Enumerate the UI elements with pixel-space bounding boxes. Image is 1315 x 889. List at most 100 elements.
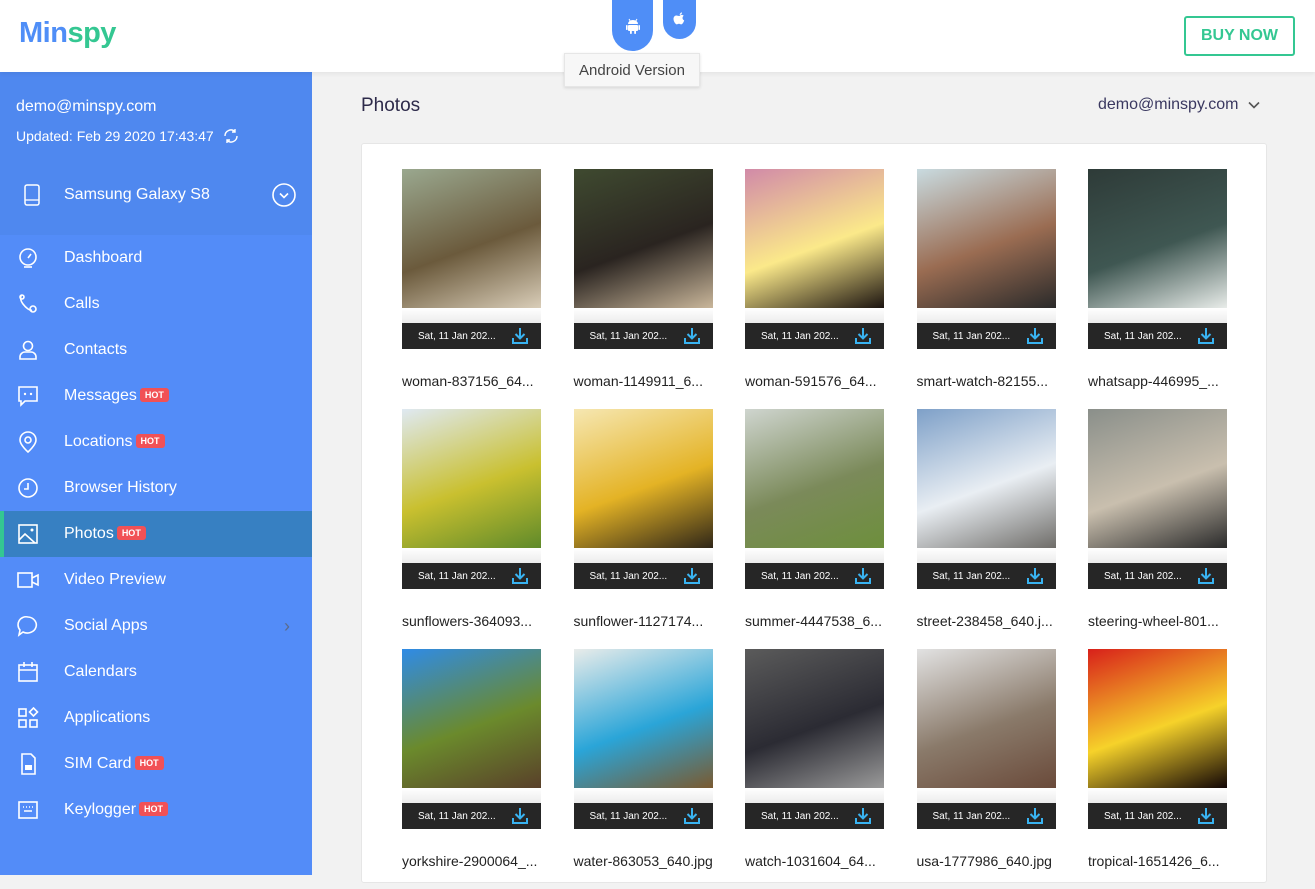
photo-filename[interactable]: woman-837156_64... [402,373,534,389]
sidebar-item-label: Keylogger [64,801,137,818]
photo-thumbnail[interactable] [745,409,884,548]
divider [402,548,541,563]
photo-info-bar: Sat, 11 Jan 202... [573,323,713,349]
photo-date: Sat, 11 Jan 202... [761,570,839,582]
sidebar-item-sim-card[interactable]: SIM Card HOT [0,741,312,787]
download-icon[interactable] [512,567,528,584]
sidebar-item-locations[interactable]: Locations HOT [0,419,312,465]
photo-card: Sat, 11 Jan 202... steering-wheel-801... [1088,409,1227,649]
photo-date: Sat, 11 Jan 202... [761,330,839,342]
download-icon[interactable] [512,807,528,824]
divider [573,308,713,323]
photo-filename[interactable]: street-238458_640.j... [917,613,1053,629]
photo-filename[interactable]: woman-591576_64... [745,373,877,389]
download-icon[interactable] [855,807,871,824]
download-icon[interactable] [1026,807,1043,824]
photo-filename[interactable]: woman-1149911_6... [574,373,703,389]
download-icon[interactable] [1198,567,1214,584]
chevron-down-icon [1248,101,1261,109]
user-menu[interactable]: demo@minspy.com [1098,96,1261,114]
photo-filename[interactable]: sunflowers-364093... [402,613,532,629]
sidebar: demo@minspy.com Updated: Feb 29 2020 17:… [0,72,312,875]
photo-filename[interactable]: tropical-1651426_6... [1088,853,1220,869]
photo-filename[interactable]: summer-4447538_6... [745,613,882,629]
photo-thumbnail[interactable] [916,409,1056,548]
photo-filename[interactable]: yorkshire-2900064_... [402,853,537,869]
photo-info-bar: Sat, 11 Jan 202... [402,803,541,829]
photo-date: Sat, 11 Jan 202... [1104,570,1182,582]
sidebar-item-calendars[interactable]: Calendars [0,649,312,695]
photo-thumbnail[interactable] [573,409,713,548]
sidebar-item-calls[interactable]: Calls [0,281,312,327]
download-icon[interactable] [683,327,700,344]
photo-thumbnail[interactable] [573,169,713,308]
photo-date: Sat, 11 Jan 202... [418,810,496,822]
photo-filename[interactable]: whatsapp-446995_... [1088,373,1219,389]
photo-thumbnail[interactable] [1088,409,1227,548]
download-icon[interactable] [1198,807,1214,824]
photo-filename[interactable]: watch-1031604_64... [745,853,876,869]
photo-filename[interactable]: usa-1777986_640.jpg [917,853,1052,869]
sidebar-item-photos[interactable]: Photos HOT [0,511,312,557]
photo-date: Sat, 11 Jan 202... [418,330,496,342]
photo-thumbnail[interactable] [402,649,541,788]
photo-filename[interactable]: water-863053_640.jpg [574,853,713,869]
photo-card: Sat, 11 Jan 202... watch-1031604_64... [745,649,884,889]
sidebar-item-messages[interactable]: Messages HOT [0,373,312,419]
apple-icon [673,12,685,25]
download-icon[interactable] [1026,567,1043,584]
sidebar-item-keylogger[interactable]: Keylogger HOT [0,787,312,833]
android-icon [625,18,640,34]
sidebar-item-video-preview[interactable]: Video Preview [0,557,312,603]
download-icon[interactable] [512,327,528,344]
sidebar-item-applications[interactable]: Applications [0,695,312,741]
photo-thumbnail[interactable] [1088,649,1227,788]
photo-card: Sat, 11 Jan 202... tropical-1651426_6... [1088,649,1227,889]
download-icon[interactable] [855,327,871,344]
android-version-tab[interactable] [612,0,653,51]
download-icon[interactable] [855,567,871,584]
photo-filename[interactable]: sunflower-1127174... [574,613,704,629]
photo-thumbnail[interactable] [745,169,884,308]
calls-icon [19,294,37,313]
download-icon[interactable] [1026,327,1043,344]
photo-thumbnail[interactable] [402,169,541,308]
photo-filename[interactable]: smart-watch-82155... [917,373,1049,389]
video-icon [17,572,39,588]
tooltip: Android Version [564,53,700,87]
divider [1088,548,1227,563]
photo-thumbnail[interactable] [916,169,1056,308]
photo-info-bar: Sat, 11 Jan 202... [1088,323,1227,349]
download-icon[interactable] [683,807,700,824]
divider [1088,308,1227,323]
sidebar-item-label: Calls [64,295,100,312]
photo-thumbnail[interactable] [573,649,713,788]
logo[interactable]: Minspy [19,17,116,50]
photo-filename[interactable]: steering-wheel-801... [1088,613,1219,629]
divider [402,308,541,323]
chevron-down-circle-icon[interactable] [272,183,296,207]
photo-date: Sat, 11 Jan 202... [589,570,668,582]
photo-thumbnail[interactable] [402,409,541,548]
sidebar-item-label: Applications [64,709,151,726]
ios-version-tab[interactable] [663,0,696,39]
photo-thumbnail[interactable] [916,649,1056,788]
sidebar-item-social-apps[interactable]: Social Apps › [0,603,312,649]
photo-thumbnail[interactable] [1088,169,1227,308]
refresh-icon[interactable] [222,127,240,145]
download-icon[interactable] [683,567,700,584]
photo-info-bar: Sat, 11 Jan 202... [916,563,1056,589]
photo-info-bar: Sat, 11 Jan 202... [916,323,1056,349]
photo-thumbnail[interactable] [745,649,884,788]
buy-now-button[interactable]: BUY NOW [1184,16,1295,56]
photo-card: Sat, 11 Jan 202... sunflowers-364093... [402,409,541,649]
photo-info-bar: Sat, 11 Jan 202... [402,323,541,349]
download-icon[interactable] [1198,327,1214,344]
sidebar-item-dashboard[interactable]: Dashboard [0,235,312,281]
sidebar-item-browser-history[interactable]: Browser History [0,465,312,511]
sidebar-item-contacts[interactable]: Contacts [0,327,312,373]
hot-badge: HOT [134,756,164,770]
photo-card: Sat, 11 Jan 202... water-863053_640.jpg [573,649,713,889]
image-icon [18,524,38,544]
device-selector[interactable]: Samsung Galaxy S8 [0,175,312,215]
